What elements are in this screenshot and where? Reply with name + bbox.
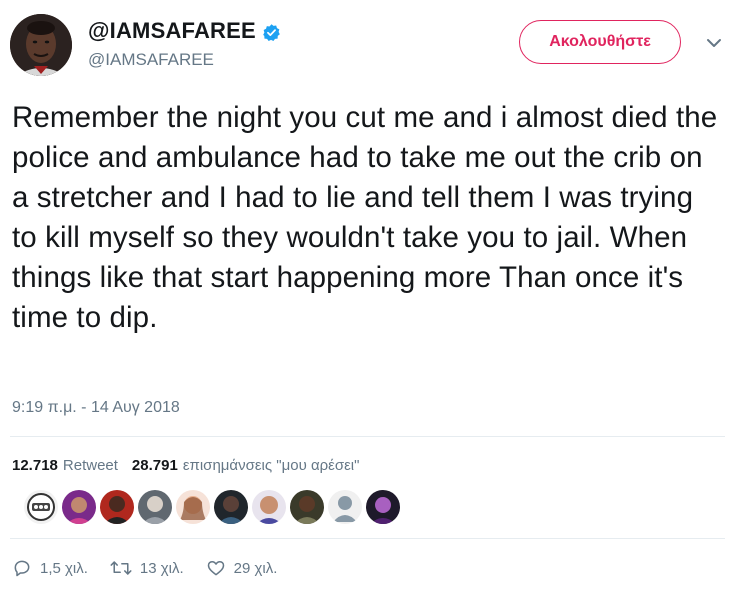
liker-avatar[interactable] [214,490,248,524]
like-label[interactable]: επισημάνσεις "μου αρέσει" [183,457,360,474]
reply-icon [14,560,30,577]
retweet-button[interactable]: 13 χιλ. [110,558,184,578]
reply-button[interactable]: 1,5 χιλ. [12,558,88,578]
tweet-header: @IAMSAFAREE @IAMSAFAREE Ακολουθήστε [10,12,725,78]
tweet-stats: 12.718 Retweet 28.791 επισημάνσεις "μου … [12,457,373,474]
display-name[interactable]: @IAMSAFAREE [88,18,256,44]
heart-icon [207,561,224,576]
liker-avatar[interactable] [138,490,172,524]
user-handle[interactable]: @IAMSAFAREE [88,50,281,70]
display-name-row[interactable]: @IAMSAFAREE [88,18,281,44]
name-block: @IAMSAFAREE @IAMSAFAREE [88,18,281,70]
retweet-icon [110,561,132,575]
reply-count: 1,5 χιλ. [40,559,88,577]
tweet-text: Remember the night you cut me and i almo… [12,101,718,334]
chevron-down-icon[interactable] [705,34,723,52]
avatar[interactable] [10,14,72,76]
liker-avatar[interactable] [62,490,96,524]
divider [10,436,725,437]
liker-avatar[interactable] [176,490,210,524]
liker-avatar[interactable] [290,490,324,524]
likers-avatars [24,490,400,524]
like-count[interactable]: 28.791 [132,457,178,474]
retweet-label[interactable]: Retweet [63,457,118,474]
retweet-action-count: 13 χιλ. [139,559,184,577]
liker-avatar[interactable] [24,490,58,524]
liker-avatar[interactable] [328,490,362,524]
like-action-count: 29 χιλ. [233,559,278,577]
tweet-actions: 1,5 χιλ. 13 χιλ. 29 χιλ. [12,558,299,578]
liker-avatar[interactable] [252,490,286,524]
retweet-count[interactable]: 12.718 [12,457,58,474]
follow-button[interactable]: Ακολουθήστε [519,20,681,64]
liker-avatar[interactable] [100,490,134,524]
liker-avatar[interactable] [366,490,400,524]
like-button[interactable]: 29 χιλ. [206,558,278,578]
verified-badge-icon [262,22,281,41]
divider [10,538,725,539]
tweet-timestamp[interactable]: 9:19 π.μ. - 14 Αυγ 2018 [12,399,180,417]
